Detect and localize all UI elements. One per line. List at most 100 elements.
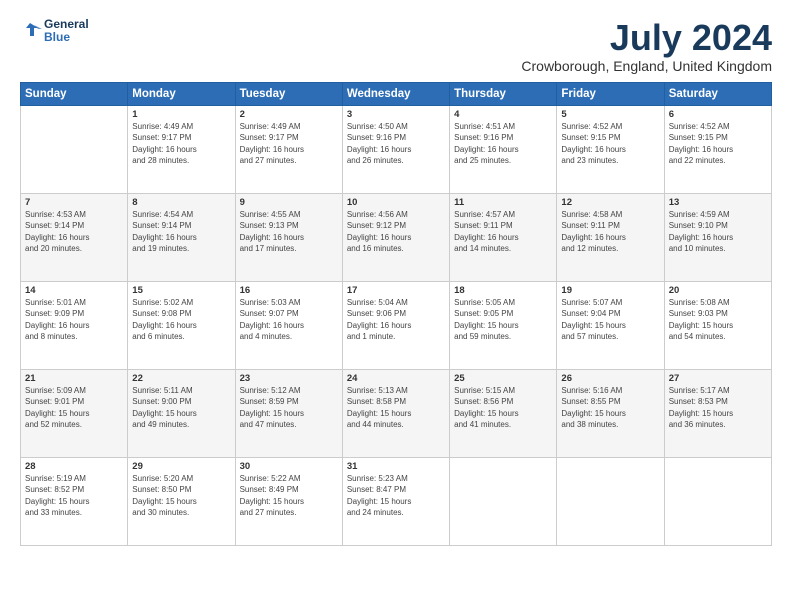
calendar-cell: 27Sunrise: 5:17 AMSunset: 8:53 PMDayligh… bbox=[664, 369, 771, 457]
day-number: 25 bbox=[454, 373, 552, 384]
day-number: 16 bbox=[240, 285, 338, 296]
day-info: Sunrise: 5:17 AMSunset: 8:53 PMDaylight:… bbox=[669, 385, 767, 431]
day-info: Sunrise: 5:03 AMSunset: 9:07 PMDaylight:… bbox=[240, 297, 338, 343]
day-number: 19 bbox=[561, 285, 659, 296]
day-info: Sunrise: 5:11 AMSunset: 9:00 PMDaylight:… bbox=[132, 385, 230, 431]
day-info: Sunrise: 5:16 AMSunset: 8:55 PMDaylight:… bbox=[561, 385, 659, 431]
calendar-cell: 22Sunrise: 5:11 AMSunset: 9:00 PMDayligh… bbox=[128, 369, 235, 457]
calendar-cell: 9Sunrise: 4:55 AMSunset: 9:13 PMDaylight… bbox=[235, 193, 342, 281]
day-number: 21 bbox=[25, 373, 123, 384]
calendar-cell: 10Sunrise: 4:56 AMSunset: 9:12 PMDayligh… bbox=[342, 193, 449, 281]
day-info: Sunrise: 5:22 AMSunset: 8:49 PMDaylight:… bbox=[240, 473, 338, 519]
day-number: 24 bbox=[347, 373, 445, 384]
day-number: 9 bbox=[240, 197, 338, 208]
calendar-cell bbox=[21, 105, 128, 193]
calendar-cell: 18Sunrise: 5:05 AMSunset: 9:05 PMDayligh… bbox=[450, 281, 557, 369]
day-info: Sunrise: 4:50 AMSunset: 9:16 PMDaylight:… bbox=[347, 121, 445, 167]
calendar-cell: 20Sunrise: 5:08 AMSunset: 9:03 PMDayligh… bbox=[664, 281, 771, 369]
main-title: July 2024 bbox=[521, 18, 772, 58]
day-number: 11 bbox=[454, 197, 552, 208]
day-info: Sunrise: 4:55 AMSunset: 9:13 PMDaylight:… bbox=[240, 209, 338, 255]
day-number: 4 bbox=[454, 109, 552, 120]
col-monday: Monday bbox=[128, 82, 235, 105]
day-info: Sunrise: 5:23 AMSunset: 8:47 PMDaylight:… bbox=[347, 473, 445, 519]
calendar-cell: 14Sunrise: 5:01 AMSunset: 9:09 PMDayligh… bbox=[21, 281, 128, 369]
calendar-cell: 1Sunrise: 4:49 AMSunset: 9:17 PMDaylight… bbox=[128, 105, 235, 193]
day-info: Sunrise: 4:51 AMSunset: 9:16 PMDaylight:… bbox=[454, 121, 552, 167]
day-info: Sunrise: 5:08 AMSunset: 9:03 PMDaylight:… bbox=[669, 297, 767, 343]
header: General Blue July 2024 Crowborough, Engl… bbox=[20, 18, 772, 74]
calendar-cell: 21Sunrise: 5:09 AMSunset: 9:01 PMDayligh… bbox=[21, 369, 128, 457]
calendar-cell: 6Sunrise: 4:52 AMSunset: 9:15 PMDaylight… bbox=[664, 105, 771, 193]
day-info: Sunrise: 5:12 AMSunset: 8:59 PMDaylight:… bbox=[240, 385, 338, 431]
calendar-week-2: 7Sunrise: 4:53 AMSunset: 9:14 PMDaylight… bbox=[21, 193, 772, 281]
day-number: 8 bbox=[132, 197, 230, 208]
day-number: 26 bbox=[561, 373, 659, 384]
day-number: 27 bbox=[669, 373, 767, 384]
day-number: 7 bbox=[25, 197, 123, 208]
day-number: 29 bbox=[132, 461, 230, 472]
day-info: Sunrise: 4:58 AMSunset: 9:11 PMDaylight:… bbox=[561, 209, 659, 255]
col-friday: Friday bbox=[557, 82, 664, 105]
calendar-cell: 13Sunrise: 4:59 AMSunset: 9:10 PMDayligh… bbox=[664, 193, 771, 281]
day-info: Sunrise: 4:53 AMSunset: 9:14 PMDaylight:… bbox=[25, 209, 123, 255]
calendar-cell: 12Sunrise: 4:58 AMSunset: 9:11 PMDayligh… bbox=[557, 193, 664, 281]
col-thursday: Thursday bbox=[450, 82, 557, 105]
day-number: 22 bbox=[132, 373, 230, 384]
day-info: Sunrise: 4:49 AMSunset: 9:17 PMDaylight:… bbox=[240, 121, 338, 167]
logo: General Blue bbox=[20, 18, 89, 44]
calendar-week-3: 14Sunrise: 5:01 AMSunset: 9:09 PMDayligh… bbox=[21, 281, 772, 369]
day-info: Sunrise: 5:01 AMSunset: 9:09 PMDaylight:… bbox=[25, 297, 123, 343]
subtitle: Crowborough, England, United Kingdom bbox=[521, 58, 772, 74]
calendar-cell: 3Sunrise: 4:50 AMSunset: 9:16 PMDaylight… bbox=[342, 105, 449, 193]
day-number: 12 bbox=[561, 197, 659, 208]
day-number: 30 bbox=[240, 461, 338, 472]
day-info: Sunrise: 4:59 AMSunset: 9:10 PMDaylight:… bbox=[669, 209, 767, 255]
day-number: 3 bbox=[347, 109, 445, 120]
day-info: Sunrise: 4:54 AMSunset: 9:14 PMDaylight:… bbox=[132, 209, 230, 255]
calendar-cell: 16Sunrise: 5:03 AMSunset: 9:07 PMDayligh… bbox=[235, 281, 342, 369]
calendar-cell: 24Sunrise: 5:13 AMSunset: 8:58 PMDayligh… bbox=[342, 369, 449, 457]
calendar-week-5: 28Sunrise: 5:19 AMSunset: 8:52 PMDayligh… bbox=[21, 457, 772, 545]
calendar-cell: 29Sunrise: 5:20 AMSunset: 8:50 PMDayligh… bbox=[128, 457, 235, 545]
day-number: 2 bbox=[240, 109, 338, 120]
day-info: Sunrise: 5:05 AMSunset: 9:05 PMDaylight:… bbox=[454, 297, 552, 343]
day-info: Sunrise: 4:52 AMSunset: 9:15 PMDaylight:… bbox=[669, 121, 767, 167]
title-block: July 2024 Crowborough, England, United K… bbox=[521, 18, 772, 74]
page: General Blue July 2024 Crowborough, Engl… bbox=[0, 0, 792, 612]
day-info: Sunrise: 4:57 AMSunset: 9:11 PMDaylight:… bbox=[454, 209, 552, 255]
day-info: Sunrise: 5:07 AMSunset: 9:04 PMDaylight:… bbox=[561, 297, 659, 343]
calendar-cell: 30Sunrise: 5:22 AMSunset: 8:49 PMDayligh… bbox=[235, 457, 342, 545]
day-number: 5 bbox=[561, 109, 659, 120]
header-row: Sunday Monday Tuesday Wednesday Thursday… bbox=[21, 82, 772, 105]
calendar-cell: 5Sunrise: 4:52 AMSunset: 9:15 PMDaylight… bbox=[557, 105, 664, 193]
day-info: Sunrise: 5:04 AMSunset: 9:06 PMDaylight:… bbox=[347, 297, 445, 343]
calendar-cell bbox=[664, 457, 771, 545]
calendar-week-1: 1Sunrise: 4:49 AMSunset: 9:17 PMDaylight… bbox=[21, 105, 772, 193]
col-tuesday: Tuesday bbox=[235, 82, 342, 105]
day-info: Sunrise: 5:13 AMSunset: 8:58 PMDaylight:… bbox=[347, 385, 445, 431]
day-number: 15 bbox=[132, 285, 230, 296]
calendar-cell: 7Sunrise: 4:53 AMSunset: 9:14 PMDaylight… bbox=[21, 193, 128, 281]
day-info: Sunrise: 5:19 AMSunset: 8:52 PMDaylight:… bbox=[25, 473, 123, 519]
col-saturday: Saturday bbox=[664, 82, 771, 105]
logo-bird-icon bbox=[20, 20, 42, 42]
day-number: 13 bbox=[669, 197, 767, 208]
calendar-cell bbox=[450, 457, 557, 545]
calendar-cell: 31Sunrise: 5:23 AMSunset: 8:47 PMDayligh… bbox=[342, 457, 449, 545]
col-wednesday: Wednesday bbox=[342, 82, 449, 105]
day-number: 10 bbox=[347, 197, 445, 208]
day-info: Sunrise: 5:15 AMSunset: 8:56 PMDaylight:… bbox=[454, 385, 552, 431]
day-info: Sunrise: 4:49 AMSunset: 9:17 PMDaylight:… bbox=[132, 121, 230, 167]
calendar-cell bbox=[557, 457, 664, 545]
calendar-cell: 17Sunrise: 5:04 AMSunset: 9:06 PMDayligh… bbox=[342, 281, 449, 369]
calendar-cell: 11Sunrise: 4:57 AMSunset: 9:11 PMDayligh… bbox=[450, 193, 557, 281]
calendar-cell: 25Sunrise: 5:15 AMSunset: 8:56 PMDayligh… bbox=[450, 369, 557, 457]
calendar-cell: 15Sunrise: 5:02 AMSunset: 9:08 PMDayligh… bbox=[128, 281, 235, 369]
col-sunday: Sunday bbox=[21, 82, 128, 105]
calendar-week-4: 21Sunrise: 5:09 AMSunset: 9:01 PMDayligh… bbox=[21, 369, 772, 457]
day-number: 20 bbox=[669, 285, 767, 296]
calendar-cell: 19Sunrise: 5:07 AMSunset: 9:04 PMDayligh… bbox=[557, 281, 664, 369]
day-info: Sunrise: 4:56 AMSunset: 9:12 PMDaylight:… bbox=[347, 209, 445, 255]
day-info: Sunrise: 5:20 AMSunset: 8:50 PMDaylight:… bbox=[132, 473, 230, 519]
